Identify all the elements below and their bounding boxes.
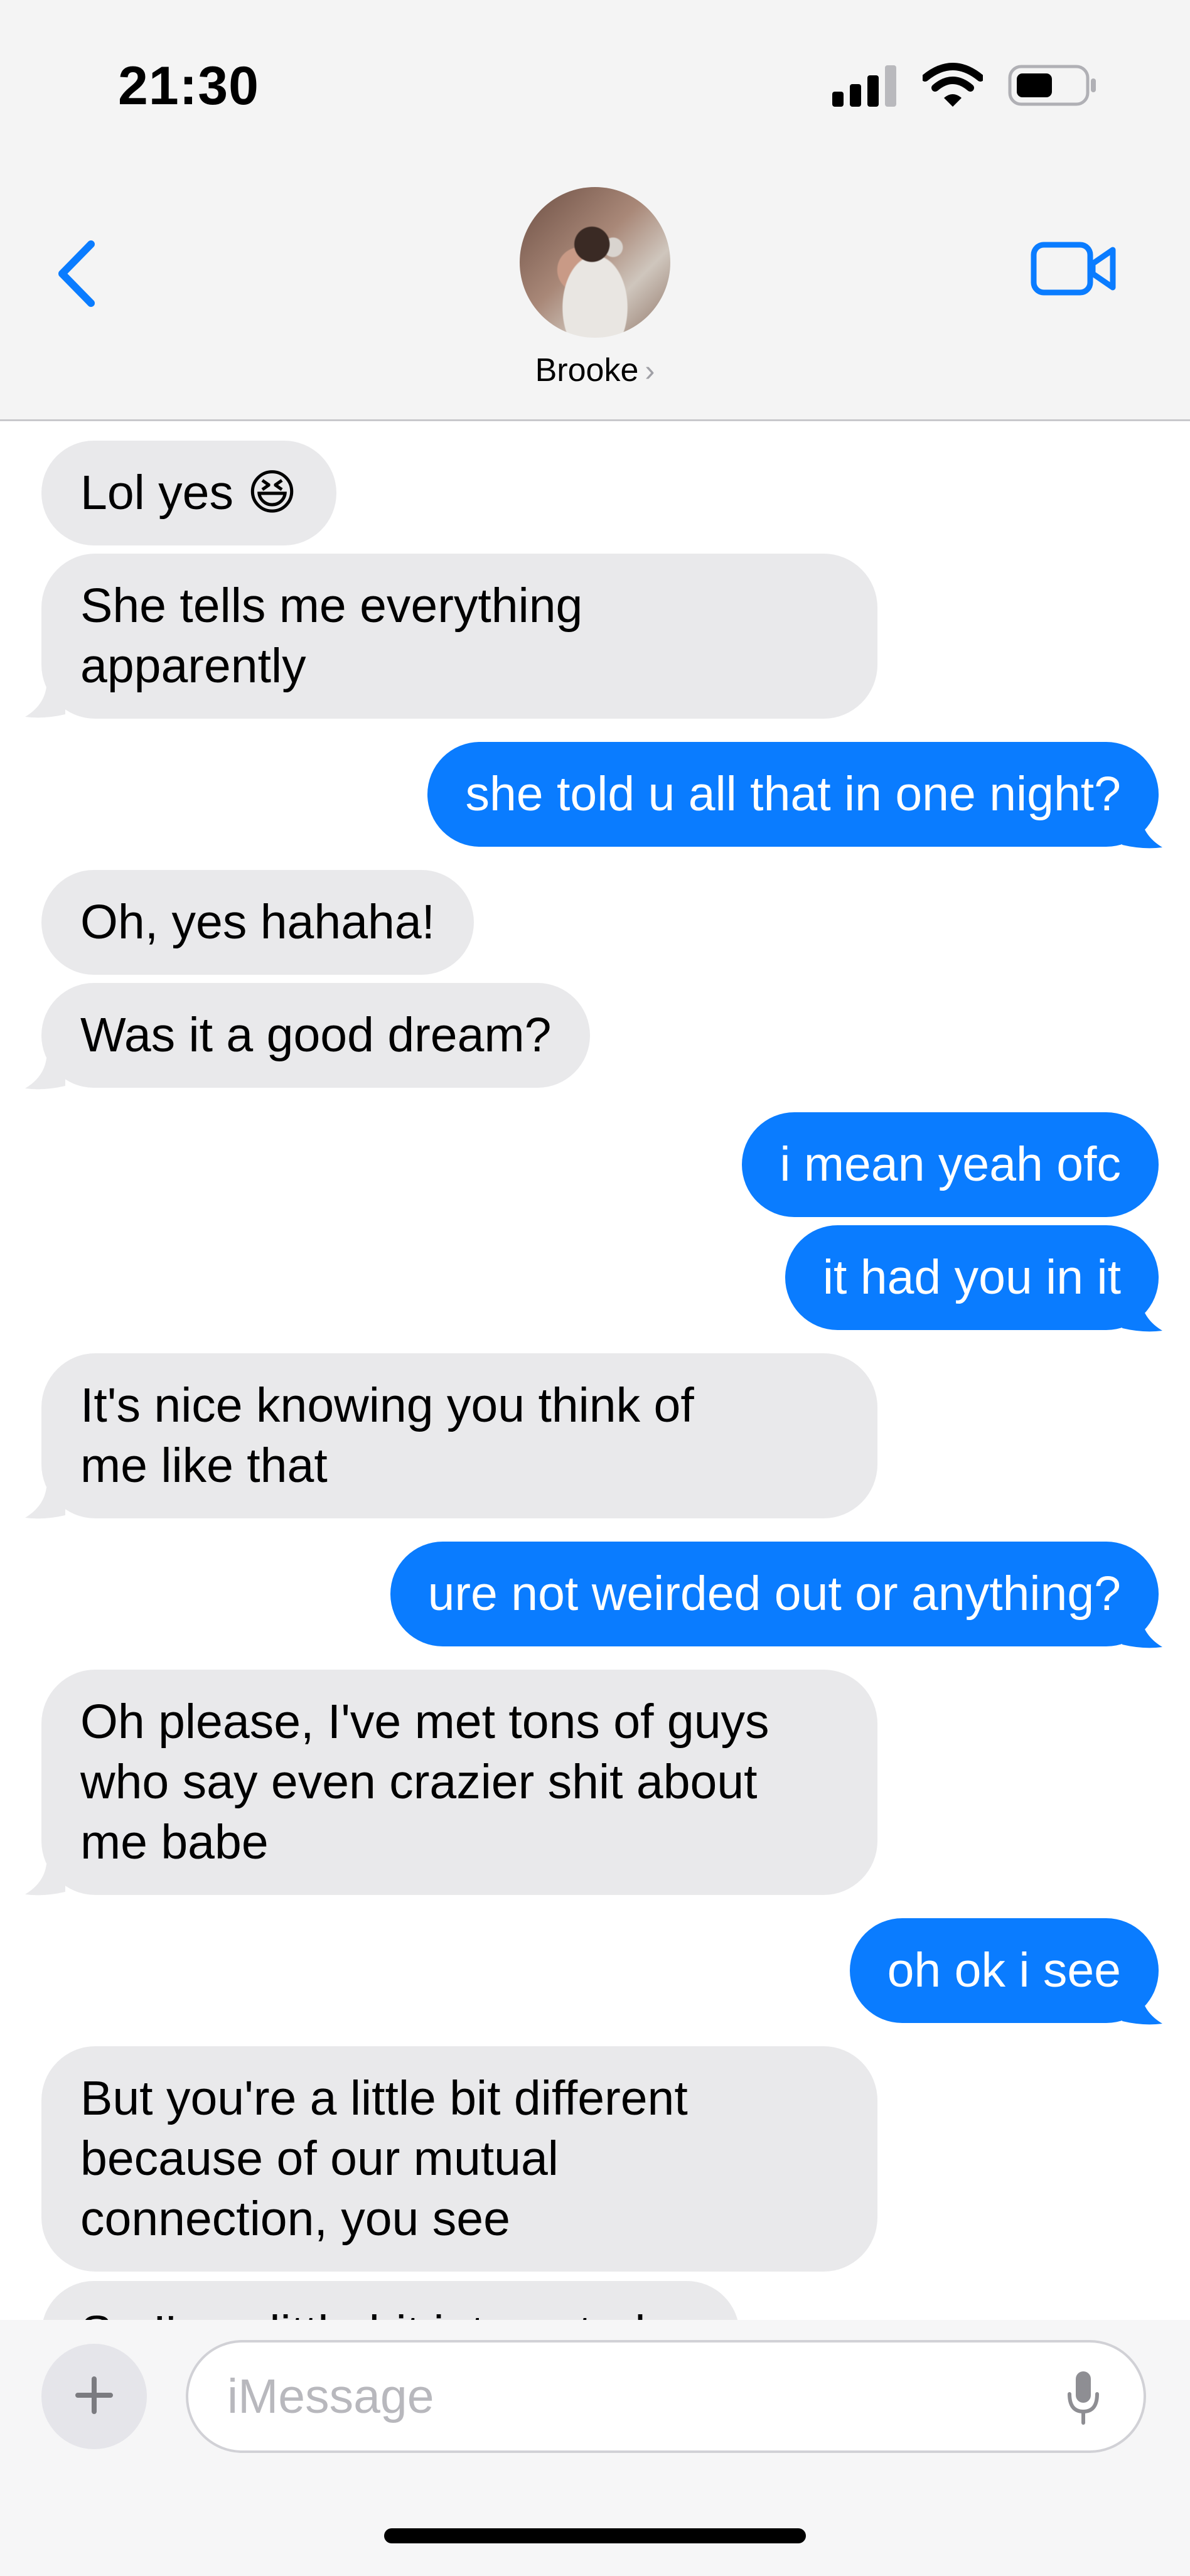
contact-avatar[interactable]	[520, 187, 670, 338]
home-indicator[interactable]	[384, 2528, 806, 2543]
video-camera-icon	[1030, 239, 1118, 302]
conversation-header: Brooke ›	[0, 163, 1190, 421]
status-icons	[832, 63, 1097, 111]
message-bubble-outgoing[interactable]: oh ok i see	[849, 1918, 1159, 2023]
bubble-tail	[25, 687, 65, 718]
contact-name-button[interactable]: Brooke ›	[0, 352, 1190, 389]
battery-icon	[1008, 65, 1097, 109]
bubble-tail	[1122, 1617, 1162, 1648]
bubble-tail	[1122, 1301, 1162, 1332]
bubble-tail	[25, 1058, 65, 1090]
facetime-video-button[interactable]	[1027, 232, 1121, 308]
message-bubble-incoming[interactable]: She tells me everything apparently	[41, 554, 877, 719]
cellular-signal-icon	[832, 64, 898, 110]
status-bar: 21:30	[0, 0, 1190, 163]
message-text-input[interactable]	[226, 2361, 1013, 2432]
message-bubble-incoming[interactable]: Oh please, I've met tons of guys who say…	[41, 1670, 877, 1895]
message-bubble-incoming[interactable]: Oh, yes hahaha!	[41, 870, 474, 975]
bubble-tail	[25, 1488, 65, 1519]
dictation-button[interactable]	[1058, 2368, 1108, 2430]
message-bubble-incoming[interactable]: But you're a little bit different becaus…	[41, 2046, 877, 2272]
plus-icon	[74, 2375, 114, 2418]
messages-screen: 21:30 Brooke › Lol yes 😆 She tells me ev…	[0, 0, 1190, 2576]
imessage-input-field[interactable]	[186, 2340, 1146, 2453]
chevron-left-icon	[55, 239, 99, 311]
wifi-icon	[921, 63, 984, 111]
message-bubble-outgoing[interactable]: she told u all that in one night?	[427, 742, 1159, 847]
back-button[interactable]	[45, 231, 108, 319]
message-bubble-incoming[interactable]: It's nice knowing you think of me like t…	[41, 1353, 877, 1518]
message-bubble-incoming[interactable]: Lol yes 😆	[41, 441, 336, 545]
message-composer	[0, 2320, 1190, 2576]
bubble-tail	[1122, 817, 1162, 849]
microphone-icon	[1066, 2369, 1101, 2430]
status-time: 21:30	[118, 56, 259, 116]
apps-plus-button[interactable]	[41, 2344, 147, 2449]
message-bubble-outgoing[interactable]: i mean yeah ofc	[742, 1112, 1159, 1217]
bubble-tail	[25, 1864, 65, 1896]
chevron-right-icon: ›	[645, 355, 655, 388]
message-bubble-outgoing[interactable]: it had you in it	[785, 1225, 1159, 1330]
bubble-tail	[1122, 1994, 1162, 2025]
message-bubble-outgoing[interactable]: ure not weirded out or anything?	[390, 1542, 1159, 1646]
contact-name: Brooke	[535, 352, 639, 389]
message-bubble-incoming[interactable]: Was it a good dream?	[41, 983, 591, 1088]
